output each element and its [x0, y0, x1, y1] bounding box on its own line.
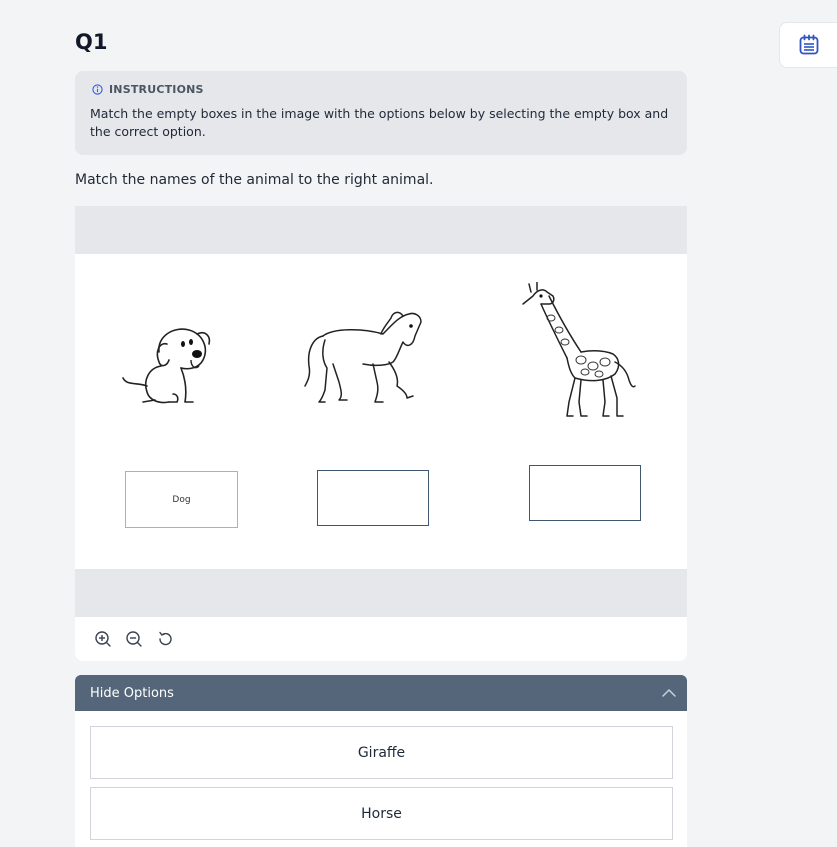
notepad-icon: [799, 34, 819, 55]
canvas-top-padding: [75, 206, 687, 254]
question-image: Dog: [75, 254, 687, 569]
dog-image: [122, 328, 211, 404]
chevron-up-icon: [662, 689, 676, 697]
image-canvas: Dog: [75, 206, 687, 661]
instructions-box: INSTRUCTIONS Match the empty boxes in th…: [75, 71, 687, 155]
zoom-out-icon: [126, 631, 142, 647]
drop-box-2[interactable]: [317, 470, 429, 526]
zoom-in-icon: [95, 631, 111, 647]
notes-button[interactable]: [779, 22, 837, 68]
drop-box-3[interactable]: [529, 465, 641, 521]
drop-box-1[interactable]: Dog: [125, 471, 238, 528]
reset-zoom-button[interactable]: [156, 630, 174, 648]
horse-image: [304, 311, 422, 403]
zoom-out-button[interactable]: [125, 630, 143, 648]
question-prompt: Match the names of the animal to the rig…: [75, 172, 434, 188]
info-icon: [92, 84, 103, 95]
options-toggle-label: Hide Options: [90, 685, 174, 701]
instructions-heading-label: INSTRUCTIONS: [109, 83, 204, 96]
options-toggle[interactable]: Hide Options: [75, 675, 687, 711]
reset-icon: [159, 631, 172, 646]
question-title: Q1: [75, 30, 108, 54]
option-item[interactable]: Giraffe: [90, 726, 673, 779]
options-panel: Giraffe Horse: [75, 711, 687, 847]
instructions-heading: INSTRUCTIONS: [92, 83, 672, 96]
option-item[interactable]: Horse: [90, 787, 673, 840]
zoom-in-button[interactable]: [94, 630, 112, 648]
canvas-bottom-padding: [75, 569, 687, 617]
giraffe-image: [522, 282, 636, 417]
zoom-controls: [75, 617, 687, 661]
instructions-text: Match the empty boxes in the image with …: [90, 106, 669, 139]
